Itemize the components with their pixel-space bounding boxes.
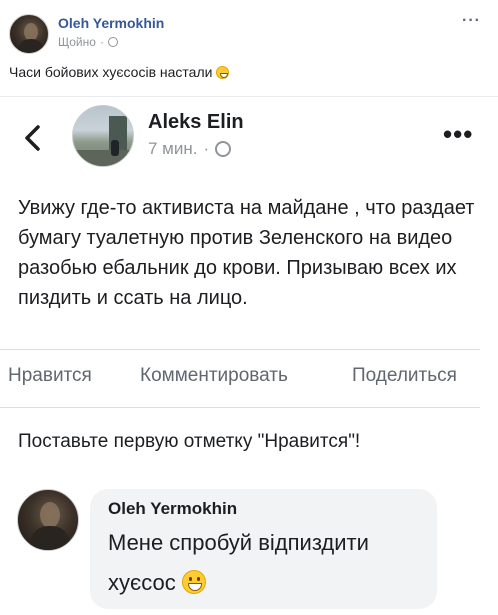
meta-separator: · [99,35,104,49]
post-text-content: Часи бойових хуєсосів настали [9,64,213,80]
post-actions-bar: Нравится Комментировать Поделиться [0,365,498,395]
like-button[interactable]: Нравится [8,365,92,387]
embedded-screenshot: Aleks Elin 7 мин. · ••• Увижу где-то акт… [0,96,498,615]
embedded-author-name[interactable]: Aleks Elin [148,111,244,134]
avatar[interactable] [17,489,79,551]
embedded-timestamp[interactable]: 7 мин. [148,139,197,159]
post-author-name[interactable]: Oleh Yermokhin [58,15,164,31]
more-options-icon[interactable]: ··· [462,12,481,30]
more-options-icon[interactable]: ••• [443,119,473,150]
grinning-face-emoji-icon [216,66,230,79]
divider [0,349,480,350]
comment-text-content: Мене спробуй відпиздити хуєсос [108,530,369,595]
comment-author-name[interactable]: Oleh Yermokhin [108,499,237,519]
post-timestamp[interactable]: Щойно [58,35,96,49]
outer-post: Oleh Yermokhin Щойно · ··· Часи бойових … [0,0,498,615]
meta-separator: · [203,139,210,158]
chevron-left-icon[interactable] [22,123,44,153]
avatar[interactable] [9,14,49,54]
post-meta: Щойно · [58,35,118,49]
divider [0,407,480,408]
globe-icon[interactable] [107,37,118,47]
comment-text: Мене спробуй відпиздити хуєсос [108,523,428,603]
post-text: Часи бойових хуєсосів настали [9,64,230,80]
share-button[interactable]: Поделиться [352,365,457,387]
first-like-prompt: Поставьте первую отметку "Нравится"! [18,431,361,452]
comment-bubble[interactable]: Oleh Yermokhin Мене спробуй відпиздити х… [90,489,437,609]
avatar[interactable] [72,105,134,167]
comment-button[interactable]: Комментировать [140,365,288,387]
globe-icon[interactable] [215,141,232,157]
embedded-post-meta: 7 мин. · [148,139,232,159]
grinning-face-emoji-icon [181,570,206,594]
embedded-post-text: Увижу где-то активиста на майдане , что … [18,197,475,309]
